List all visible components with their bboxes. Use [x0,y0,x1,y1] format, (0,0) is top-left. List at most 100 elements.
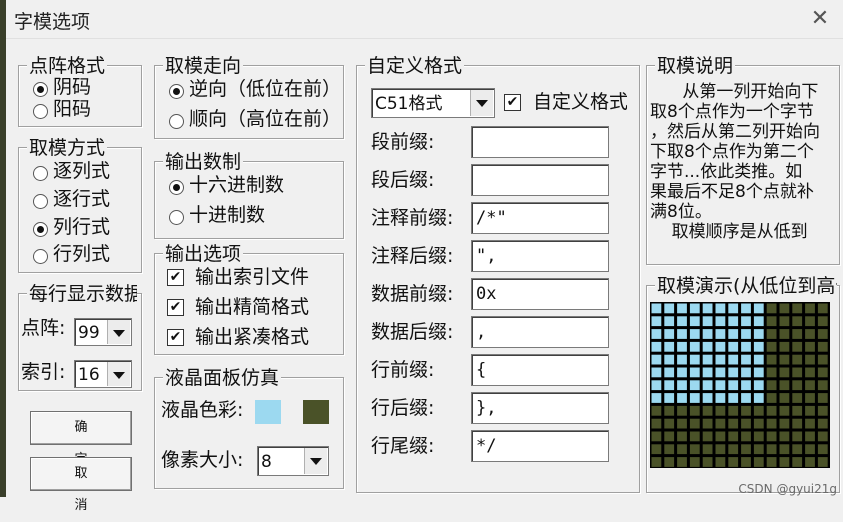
field-label: 行后缀: [371,397,435,419]
lcd-pixel-off [689,418,700,429]
lcd-pixel-off [792,316,803,327]
lcd-pixel-on [677,329,687,339]
radio-decimal[interactable] [169,210,184,225]
lcd-on-color-swatch[interactable] [255,400,281,424]
chevron-down-icon[interactable] [304,448,327,474]
lcd-pixel-off [792,431,803,442]
field-input[interactable]: { [471,354,609,386]
lcd-pixel-off [753,444,764,455]
lcd-pixel-on [728,380,739,391]
lcd-pixel-off [792,418,803,429]
description-line: 从第一列开始向下 [650,82,819,102]
dot-format-group: 点阵格式 阴码 阳码 [18,55,142,127]
lcd-pixel-on [715,316,726,327]
lcd-pixel-on [753,341,764,352]
close-button[interactable]: ✕ [802,4,838,34]
demo-legend: 取模演示(从低位到高位) [655,275,837,297]
lcd-pixel-on [651,380,662,391]
lcd-off-color-swatch[interactable] [303,400,329,424]
format-select[interactable]: C51格式 [371,88,495,118]
chevron-down-icon[interactable] [107,362,130,386]
checkbox-index-file[interactable]: ✔ [167,269,184,286]
lcd-pixel-off [728,431,739,442]
radio-forward[interactable] [169,114,184,129]
field-input[interactable] [471,164,609,196]
lcd-pixel-off [741,457,751,467]
ok-button[interactable]: 确 定 [30,411,132,467]
lcd-pixel-on [741,380,751,391]
per-line-legend: 每行显示数据 [27,283,137,305]
lcd-pixel-off [817,354,828,365]
description-legend: 取模说明 [655,55,736,77]
lcd-pixel-on [753,354,764,365]
custom-format-legend: 自定义格式 [365,55,465,77]
field-input[interactable]: */ [471,430,609,462]
field-input[interactable]: 0x [471,278,609,310]
lcd-pixel-off [766,393,777,403]
field-input[interactable]: , [471,316,609,348]
lcd-pixel-off [792,393,803,403]
lcd-pixel-off [779,316,790,327]
checkbox-custom-format[interactable]: ✔ [504,94,521,111]
lcd-pixel-off [766,341,777,352]
index-count-select[interactable]: 16 [74,360,132,388]
field-input[interactable]: ", [471,240,609,272]
lcd-pixel-off [715,405,726,416]
output-options-legend: 输出选项 [163,243,244,265]
lcd-pixel-off [817,329,828,339]
lcd-pixel-off [792,405,803,416]
lcd-pixel-on [651,393,662,403]
lcd-pixel-off [779,393,790,403]
chevron-down-icon[interactable] [470,90,493,116]
radio-row-wise[interactable] [33,194,48,209]
lcd-pixel-off [702,405,713,416]
dot-count-select[interactable]: 99 [74,318,132,346]
radio-row-column[interactable] [33,249,48,264]
lcd-pixel-off [715,444,726,455]
dialog-client: 点阵格式 阴码 阳码 取模方式 逐列式 逐行式 列行式 行列式 每行显示数据 点… [6,38,843,513]
field-input[interactable] [471,126,609,158]
lcd-pixel-off [664,431,675,442]
checkbox-compact-format[interactable]: ✔ [167,299,184,316]
lcd-pixel-off [805,444,815,455]
chevron-down-icon[interactable] [107,320,130,344]
lcd-pixel-on [728,329,739,339]
lcd-pixel-on [715,329,726,339]
lcd-pixel-off [753,418,764,429]
field-input[interactable]: }, [471,392,609,424]
checkbox-tight-format[interactable]: ✔ [167,329,184,346]
dialog-window: 字模选项 ✕ 点阵格式 阴码 阳码 取模方式 逐列式 逐行式 列行式 行列式 每… [0,0,843,513]
lcd-pixel-off [779,431,790,442]
radio-column-row[interactable] [33,222,48,237]
lcd-pixel-on [753,303,764,314]
radio-reverse[interactable] [169,84,184,99]
description-text: 从第一列开始向下 取8个点作为一个字节 ，然后从第二列开始向 下取8个点作为第二个 字节… [650,82,838,262]
lcd-pixel-on [651,341,662,352]
field-label: 数据前缀: [371,283,454,305]
field-input[interactable]: /*" [471,202,609,234]
index-count-value: 16 [78,365,100,385]
lcd-pixel-off [677,405,687,416]
lcd-pixel-off [766,457,777,467]
cancel-button[interactable]: 取 消 [30,457,132,513]
lcd-pixel-off [779,380,790,391]
radio-negative[interactable] [33,82,48,97]
radio-column-wise[interactable] [33,166,48,181]
radio-hexadecimal[interactable] [169,180,184,195]
description-line: 字节...依此类推。如 [650,162,803,182]
lcd-pixel-on [702,329,713,339]
lcd-pixel-on [677,303,687,314]
lcd-sim-group: 液晶面板仿真 液晶色彩: 像素大小: 8 [154,367,344,489]
lcd-pixel-off [766,444,777,455]
lcd-pixel-on [702,303,713,314]
take-mode-group: 取模方式 逐列式 逐行式 列行式 行列式 [18,137,142,273]
demo-group: 取模演示(从低位到高位) [646,275,840,493]
lcd-pixel-off [817,418,828,429]
lcd-pixel-on [689,341,700,352]
radio-positive[interactable] [33,104,48,119]
watermark: CSDN @gyui21g [738,482,837,496]
pixel-size-select[interactable]: 8 [257,446,329,476]
lcd-pixel-on [677,354,687,365]
lcd-pixel-on [715,367,726,378]
lcd-pixel-off [817,431,828,442]
